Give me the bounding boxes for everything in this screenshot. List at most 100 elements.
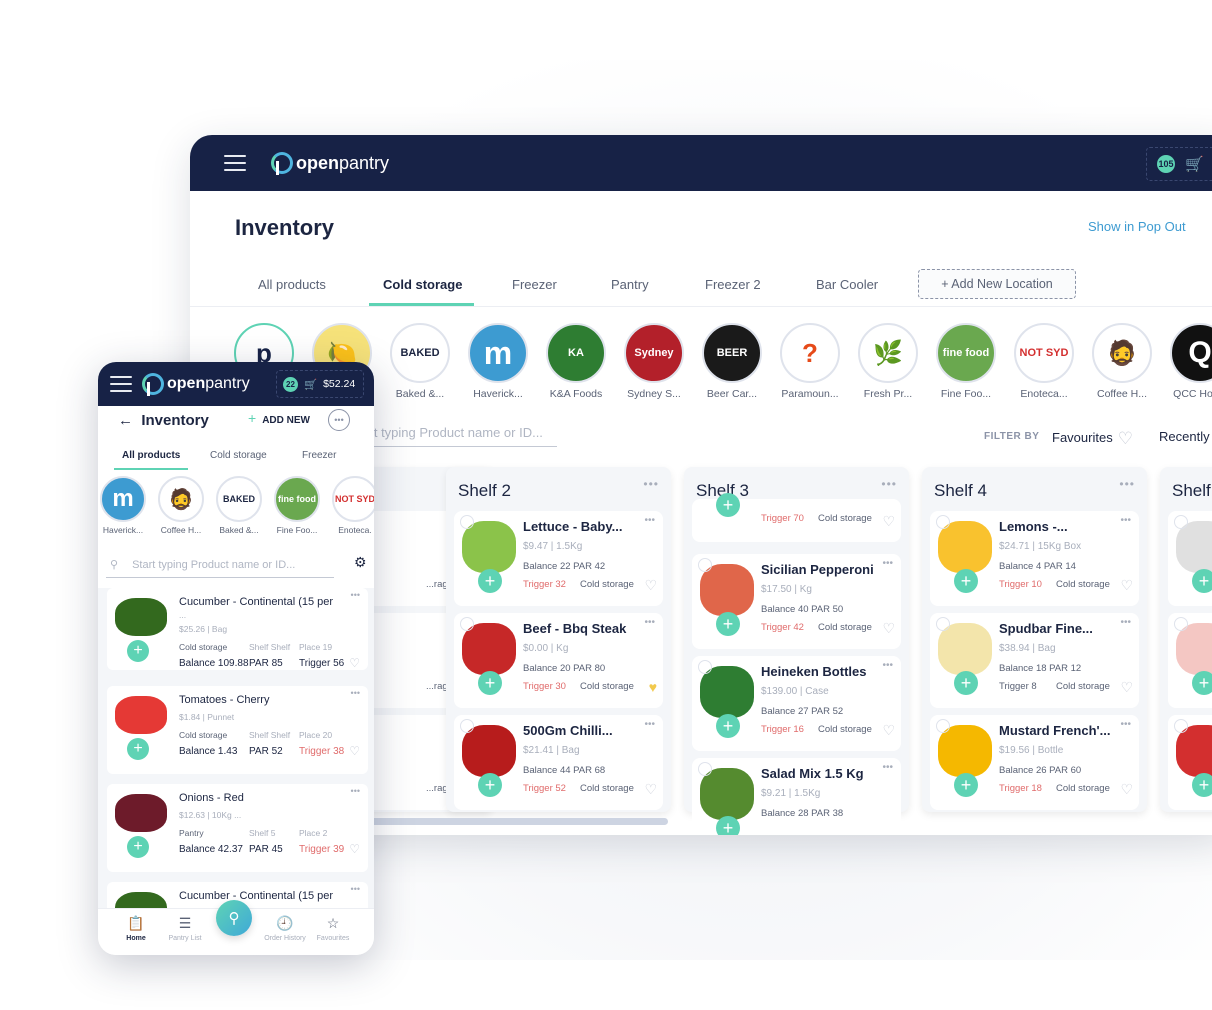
shelf-options-icon[interactable]: ••• xyxy=(881,477,897,491)
product-search-input[interactable]: Start typing Product name or ID... xyxy=(350,425,557,447)
card-options-icon[interactable]: ••• xyxy=(644,719,655,730)
card-options-icon[interactable]: ••• xyxy=(351,786,360,796)
supplier-item[interactable]: NOT SYD Enoteca... xyxy=(1014,323,1074,400)
add-to-cart-button[interactable]: + xyxy=(127,640,149,662)
card-options-icon[interactable]: ••• xyxy=(1120,617,1131,628)
favourite-heart-icon[interactable]: ♡ xyxy=(644,577,657,594)
card-options-icon[interactable]: ••• xyxy=(1120,515,1131,526)
add-to-cart-button[interactable]: + xyxy=(1192,773,1212,797)
product-card[interactable]: + Beef - Bbq Steak $0.00 | Kg Balance 20 PA… xyxy=(454,613,663,708)
add-new-location-button[interactable]: + Add New Location xyxy=(918,269,1076,299)
supplier-item[interactable]: BEER Beer Car... xyxy=(702,323,762,400)
supplier-item[interactable]: m Haverick... xyxy=(468,323,528,400)
app-logo[interactable]: open pantry xyxy=(142,373,250,396)
supplier-item[interactable]: BAKED Baked &... xyxy=(216,476,262,535)
supplier-item[interactable]: NOT SYD Enoteca. xyxy=(332,476,374,535)
search-fab-button[interactable]: ⚲ xyxy=(216,900,252,936)
card-options-icon[interactable]: ••• xyxy=(882,558,893,569)
favourite-heart-icon[interactable]: ♥ xyxy=(649,679,657,695)
card-options-icon[interactable]: ••• xyxy=(1120,719,1131,730)
favourite-heart-icon[interactable]: ♡ xyxy=(882,620,895,637)
tab-freezer[interactable]: Freezer xyxy=(302,450,336,461)
tab-all-products[interactable]: All products xyxy=(113,450,189,470)
tab-bar-cooler[interactable]: Bar Cooler xyxy=(816,277,878,292)
menu-icon[interactable] xyxy=(224,155,246,171)
nav-pantry-list[interactable]: ☰ Pantry List xyxy=(160,915,210,942)
shelf-options-icon[interactable]: ••• xyxy=(1119,477,1135,491)
add-to-cart-button[interactable]: + xyxy=(716,493,740,517)
card-options-icon[interactable]: ••• xyxy=(882,660,893,671)
card-options-icon[interactable]: ••• xyxy=(644,617,655,628)
card-options-icon[interactable]: ••• xyxy=(882,762,893,773)
supplier-item[interactable]: fine food Fine Foo... xyxy=(274,476,320,535)
horizontal-scrollbar[interactable] xyxy=(368,818,668,825)
supplier-item[interactable]: Q QCC Hos... xyxy=(1170,323,1212,400)
product-card[interactable]: + Trigger 70 Cold storage ♡ xyxy=(692,493,901,542)
product-card[interactable]: + Spudbar Fine... $38.94 | Bag Balance 18 P… xyxy=(930,613,1139,708)
show-in-pop-out-link[interactable]: Show in Pop Out xyxy=(1088,219,1186,234)
product-card[interactable]: +••• xyxy=(1168,715,1212,810)
supplier-item[interactable]: 🌿 Fresh Pr... xyxy=(858,323,918,400)
product-card[interactable]: +500Gm Chilli... $21.41 | Bag Balance 44 P… xyxy=(454,715,663,810)
product-card[interactable]: + Sicilian Pepperoni $17.50 | Kg Balance 40… xyxy=(692,554,901,649)
add-to-cart-button[interactable]: + xyxy=(716,714,740,738)
favourite-heart-icon[interactable]: ♡ xyxy=(1120,781,1133,798)
supplier-item[interactable]: Sydney Sydney S... xyxy=(624,323,684,400)
favourite-heart-icon[interactable]: ♡ xyxy=(349,744,360,758)
cart-button[interactable]: 105 🛒 xyxy=(1146,147,1212,181)
favourite-heart-icon[interactable]: ♡ xyxy=(882,513,895,530)
add-to-cart-button[interactable]: + xyxy=(716,612,740,636)
card-options-icon[interactable]: ••• xyxy=(644,515,655,526)
add-new-button[interactable]: + ADD NEW xyxy=(248,410,310,426)
card-options-icon[interactable]: ••• xyxy=(351,688,360,698)
product-card[interactable]: + Heineken Bottles $139.00 | Case Balance 2… xyxy=(692,656,901,751)
tab-all-products[interactable]: All products xyxy=(258,277,326,292)
app-logo[interactable]: open pantry xyxy=(271,152,389,175)
add-to-cart-button[interactable]: + xyxy=(954,773,978,797)
add-to-cart-button[interactable]: + xyxy=(127,836,149,858)
favourite-heart-icon[interactable]: ♡ xyxy=(882,722,895,739)
filter-sliders-icon[interactable]: ⚙ xyxy=(354,554,367,571)
menu-icon[interactable] xyxy=(110,376,132,392)
add-to-cart-button[interactable]: + xyxy=(478,773,502,797)
supplier-item[interactable]: 🧔 Coffee H... xyxy=(158,476,204,535)
product-card[interactable]: ••• Cucumber - Continental (15 per +... $25… xyxy=(107,588,368,670)
tab-freezer[interactable]: Freezer xyxy=(512,277,557,292)
favourite-heart-icon[interactable]: ♡ xyxy=(349,656,360,670)
tab-freezer-2[interactable]: Freezer 2 xyxy=(705,277,761,292)
favourite-heart-icon[interactable]: ♡ xyxy=(349,842,360,856)
favourite-heart-icon[interactable]: ♡ xyxy=(644,781,657,798)
add-to-cart-button[interactable]: + xyxy=(127,738,149,760)
product-card[interactable]: + Mustard French'... $19.56 | Bottle Balanc… xyxy=(930,715,1139,810)
add-to-cart-button[interactable]: + xyxy=(716,816,740,835)
supplier-item[interactable]: BAKED Baked &... xyxy=(390,323,450,400)
nav-favourites[interactable]: ☆ Favourites xyxy=(308,915,358,942)
shelf-options-icon[interactable]: ••• xyxy=(643,477,659,491)
tab-cold-storage[interactable]: Cold storage xyxy=(368,277,476,306)
supplier-item[interactable]: KA K&A Foods xyxy=(546,323,606,400)
product-search-input[interactable]: ⚲ Start typing Product name or ID... xyxy=(106,552,334,578)
product-card[interactable]: + Lettuce - Baby... $9.47 | 1.5Kg Balance 2… xyxy=(454,511,663,606)
add-to-cart-button[interactable]: + xyxy=(478,569,502,593)
favourite-heart-icon[interactable]: ♡ xyxy=(1120,577,1133,594)
card-options-icon[interactable]: ••• xyxy=(351,590,360,600)
favourite-heart-icon[interactable]: ♡ xyxy=(1120,679,1133,696)
supplier-item[interactable]: 🧔 Coffee H... xyxy=(1092,323,1152,400)
product-card[interactable]: ••• Tomatoes - Cherry + $1.84 | Punnet Cold … xyxy=(107,686,368,774)
supplier-item[interactable]: ? Paramoun... xyxy=(780,323,840,400)
filter-favourites[interactable]: Favourites ♡ xyxy=(1052,429,1133,449)
supplier-item[interactable]: m Haverick... xyxy=(100,476,146,535)
product-card[interactable]: ••• Onions - Red + $12.63 | 10Kg ... Pantry S… xyxy=(107,784,368,872)
product-card[interactable]: +••• xyxy=(1168,511,1212,606)
supplier-item[interactable]: fine food Fine Foo... xyxy=(936,323,996,400)
product-card[interactable]: + Salad Mix 1.5 Kg $9.21 | 1.5Kg Balance 28… xyxy=(692,758,901,835)
cart-button[interactable]: 22 🛒 $52.24 xyxy=(276,370,364,398)
nav-order-history[interactable]: 🕘 Order History xyxy=(260,915,310,942)
add-to-cart-button[interactable]: + xyxy=(954,671,978,695)
product-card[interactable]: + Lemons -... $24.71 | 15Kg Box Balance 4 P… xyxy=(930,511,1139,606)
card-options-icon[interactable]: ••• xyxy=(351,884,360,894)
add-to-cart-button[interactable]: + xyxy=(1192,569,1212,593)
add-to-cart-button[interactable]: + xyxy=(1192,671,1212,695)
add-to-cart-button[interactable]: + xyxy=(478,671,502,695)
product-card[interactable]: +••• xyxy=(1168,613,1212,708)
